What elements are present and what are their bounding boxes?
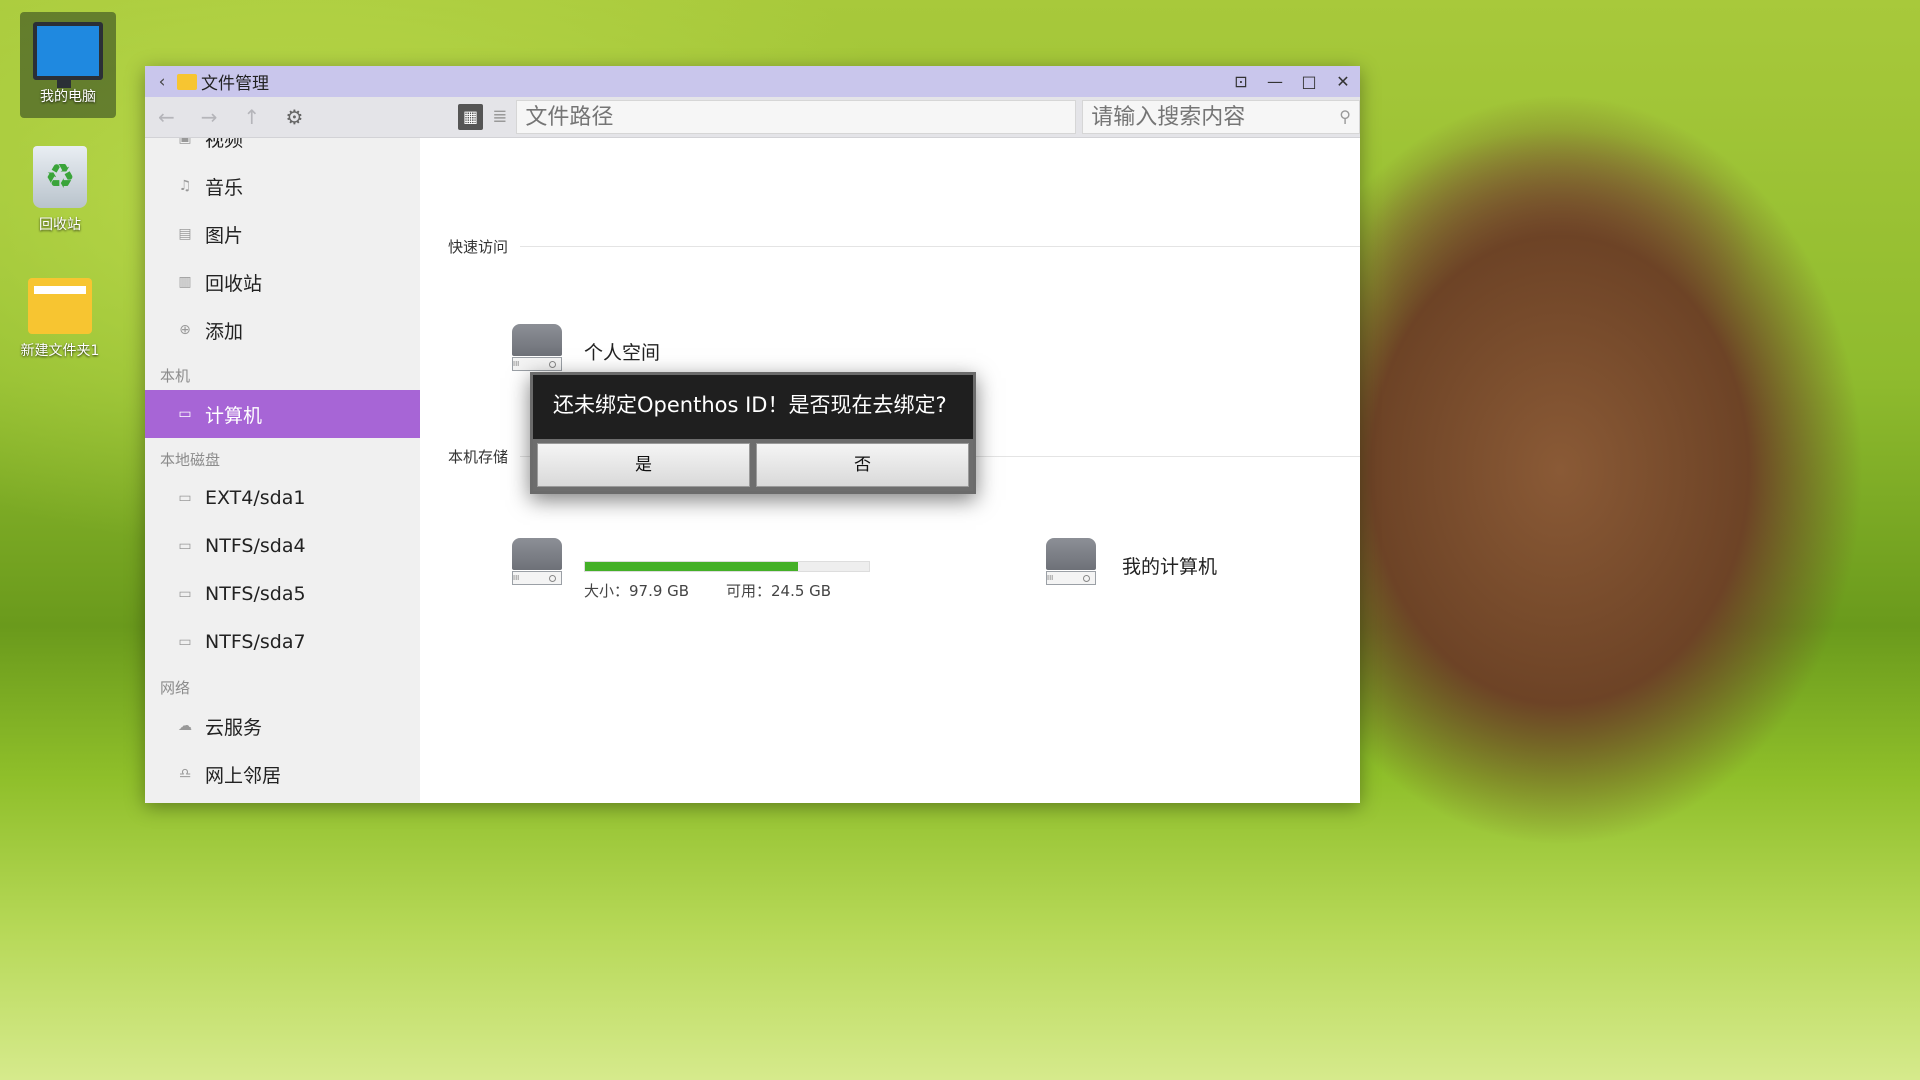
sidebar-item-sda7[interactable]: ▭ NTFS/sda7 bbox=[145, 618, 420, 666]
dialog-message: 还未绑定Openthos ID！是否现在去绑定? bbox=[553, 393, 947, 417]
sidebar-item-label: 云服务 bbox=[205, 716, 263, 739]
sidebar-item-sda4[interactable]: ▭ NTFS/sda4 bbox=[145, 522, 420, 570]
add-icon: ⊕ bbox=[179, 322, 191, 338]
search-box: ⚲ bbox=[1082, 100, 1360, 134]
up-arrow-icon[interactable]: ↑ bbox=[230, 105, 273, 129]
sidebar-item-label: NTFS/sda4 bbox=[205, 535, 306, 557]
disk-icon: ▭ bbox=[178, 634, 192, 650]
sidebar-item-trash[interactable]: ▥ 回收站 bbox=[145, 258, 420, 306]
drive-usage-fill bbox=[585, 562, 798, 571]
bind-id-dialog: 还未绑定Openthos ID！是否现在去绑定? 是 否 bbox=[530, 372, 976, 494]
drive-usage-bar bbox=[584, 561, 870, 572]
sidebar-section-network: 网络 bbox=[160, 679, 191, 697]
trash-icon: ▥ bbox=[178, 274, 192, 290]
sidebar-item-label: 图片 bbox=[205, 224, 244, 247]
video-icon: ▣ bbox=[178, 138, 192, 146]
sidebar-item-label: 回收站 bbox=[205, 272, 263, 295]
search-icon[interactable]: ⚲ bbox=[1339, 107, 1351, 126]
sidebar-item-label: 音乐 bbox=[205, 176, 244, 199]
drive-icon: III bbox=[512, 324, 564, 374]
path-input[interactable] bbox=[516, 100, 1077, 134]
music-icon: ♫ bbox=[178, 178, 192, 194]
title-bar[interactable]: ‹ 文件管理 ⊡ — □ ✕ bbox=[145, 66, 1360, 97]
toolbar: ← → ↑ ⚙ ▦ ≣ ⚲ bbox=[145, 97, 1360, 138]
sidebar-item-sda1[interactable]: ▭ EXT4/sda1 bbox=[145, 474, 420, 522]
recycle-bin-icon: ♻ bbox=[33, 146, 87, 208]
desktop-icon-label: 回收站 bbox=[39, 217, 81, 233]
sidebar-item-video[interactable]: ▣ 视频 bbox=[145, 138, 420, 162]
back-chevron-icon[interactable]: ‹ bbox=[151, 72, 173, 92]
sidebar-item-label: EXT4/sda1 bbox=[205, 487, 306, 509]
forward-arrow-icon[interactable]: → bbox=[188, 105, 231, 129]
dialog-buttons: 是 否 bbox=[533, 439, 973, 491]
quick-access-title: 快速访问 bbox=[448, 238, 509, 256]
sidebar-item-music[interactable]: ♫ 音乐 bbox=[145, 162, 420, 210]
desktop-icon-recycle-bin[interactable]: ♻ 回收站 bbox=[12, 140, 108, 234]
sidebar-item-label: NTFS/sda7 bbox=[205, 631, 306, 653]
maximize-button[interactable]: □ bbox=[1292, 72, 1326, 91]
sidebar-item-pictures[interactable]: ▤ 图片 bbox=[145, 210, 420, 258]
no-button[interactable]: 否 bbox=[756, 443, 969, 487]
cloud-icon: ☁ bbox=[178, 718, 192, 734]
disk-icon: ▭ bbox=[178, 538, 192, 554]
sidebar-item-label: 视频 bbox=[205, 138, 244, 151]
desktop-icon-new-folder[interactable]: 新建文件夹1 bbox=[12, 270, 108, 360]
drive-icon: III bbox=[512, 538, 564, 588]
sidebar-item-label: 网上邻居 bbox=[205, 764, 282, 787]
drive-icon: III bbox=[1046, 538, 1098, 588]
desktop-icon-my-computer[interactable]: 我的电脑 bbox=[20, 12, 116, 118]
network-neighbor-icon: ♎ bbox=[178, 766, 192, 782]
computer-icon: ▭ bbox=[178, 406, 192, 422]
window-title: 文件管理 bbox=[201, 74, 269, 94]
desktop-icon-label: 新建文件夹1 bbox=[20, 343, 100, 359]
back-arrow-icon[interactable]: ← bbox=[145, 105, 188, 129]
personal-space-label: 个人空间 bbox=[584, 342, 661, 364]
monitor-icon bbox=[33, 22, 103, 88]
sidebar-item-label: 计算机 bbox=[205, 404, 263, 427]
sidebar-item-sda5[interactable]: ▭ NTFS/sda5 bbox=[145, 570, 420, 618]
disk-icon: ▭ bbox=[178, 490, 192, 506]
folder-icon bbox=[177, 73, 197, 90]
gear-icon[interactable]: ⚙ bbox=[273, 105, 316, 129]
picture-icon: ▤ bbox=[178, 226, 192, 242]
search-input[interactable] bbox=[1083, 101, 1340, 133]
section-divider bbox=[520, 246, 1360, 247]
sidebar-item-computer[interactable]: ▭ 计算机 bbox=[145, 390, 420, 438]
list-view-icon[interactable]: ≣ bbox=[487, 104, 512, 130]
grid-view-icon[interactable]: ▦ bbox=[457, 104, 484, 130]
local-storage-title: 本机存储 bbox=[448, 448, 509, 466]
drive-free-text: 可用：24.5 GB bbox=[726, 582, 832, 600]
close-button[interactable]: ✕ bbox=[1326, 72, 1360, 91]
folder-icon bbox=[28, 278, 92, 334]
sidebar-section-local: 本机 bbox=[160, 367, 191, 385]
sidebar-top-group: ▣ 视频 ♫ 音乐 ▤ 图片 ▥ 回收站 ⊕ 添加 bbox=[145, 138, 420, 354]
sidebar-item-label: 添加 bbox=[205, 320, 244, 343]
disk-icon: ▭ bbox=[178, 586, 192, 602]
sidebar-item-label: NTFS/sda5 bbox=[205, 583, 306, 605]
desktop-icon-label: 我的电脑 bbox=[40, 89, 96, 105]
sidebar-item-cloud[interactable]: ☁ 云服务 bbox=[145, 702, 420, 750]
minimize-button[interactable]: — bbox=[1258, 72, 1292, 91]
sidebar-section-disks: 本地磁盘 bbox=[160, 451, 221, 469]
sidebar-item-add[interactable]: ⊕ 添加 bbox=[145, 306, 420, 354]
pin-window-icon[interactable]: ⊡ bbox=[1224, 72, 1258, 91]
drive-size-text: 大小：97.9 GB bbox=[584, 582, 690, 600]
my-computer-label: 我的计算机 bbox=[1122, 556, 1218, 578]
yes-button[interactable]: 是 bbox=[537, 443, 750, 487]
sidebar-item-network-neighbors[interactable]: ♎ 网上邻居 bbox=[145, 750, 420, 798]
sidebar: ▣ 视频 ♫ 音乐 ▤ 图片 ▥ 回收站 ⊕ 添加 本机 ▭ 计算机 本地磁盘 … bbox=[145, 138, 420, 803]
